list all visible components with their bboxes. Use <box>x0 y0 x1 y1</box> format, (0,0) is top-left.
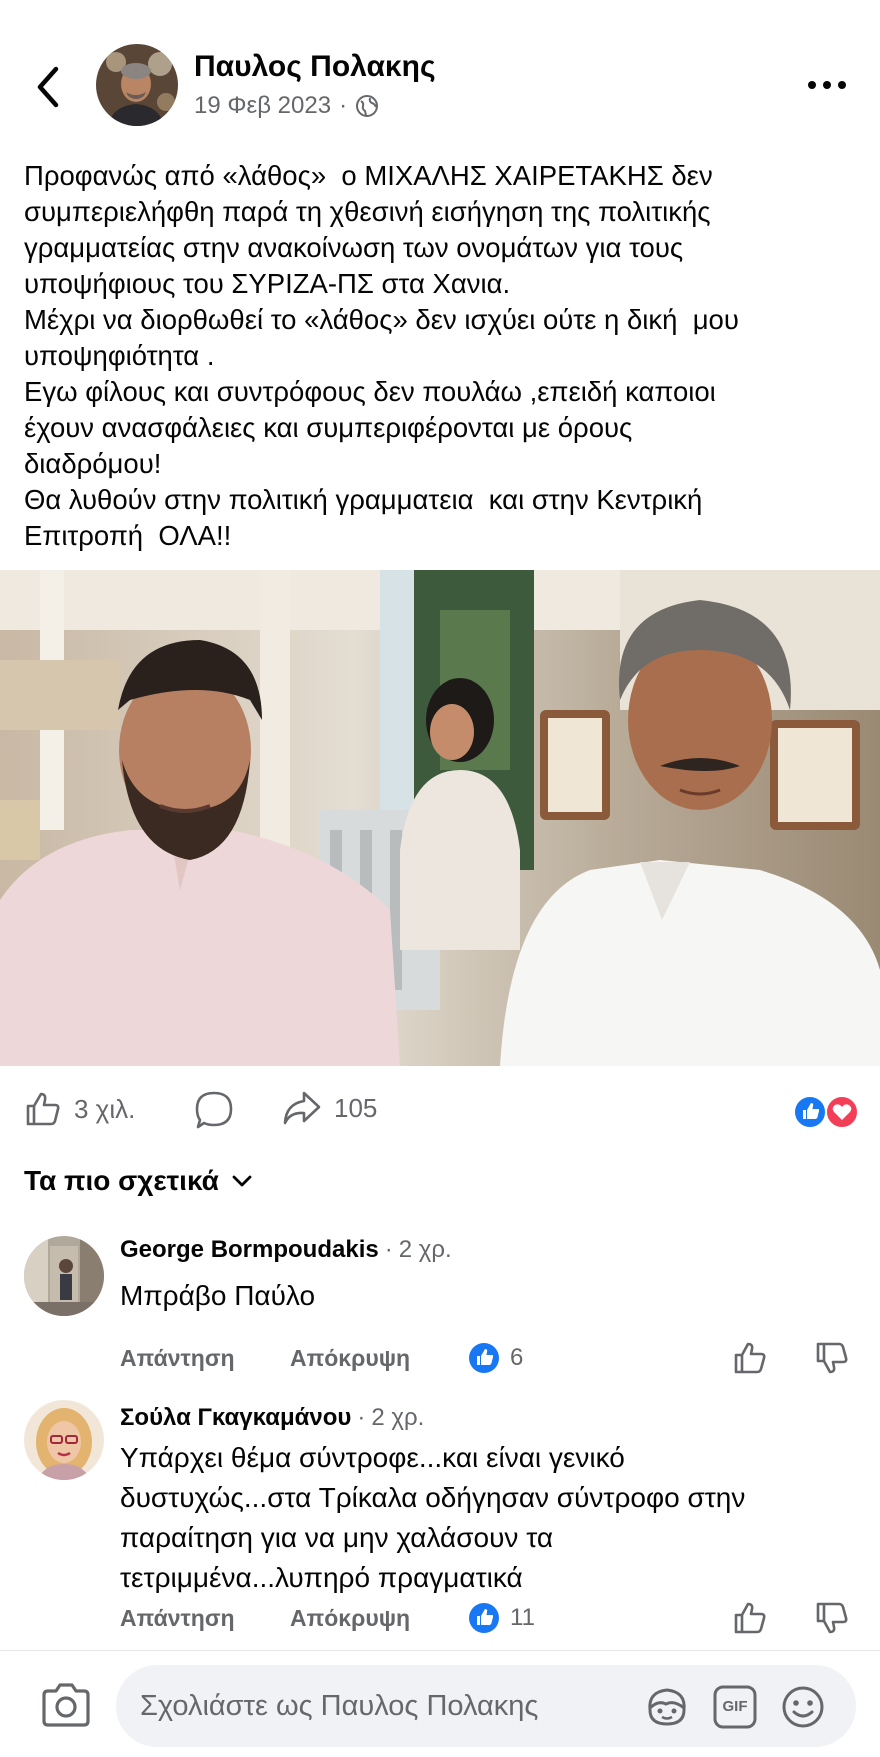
post-text-line: υποψηφιότητα . <box>24 340 215 371</box>
comment-input-container: GIF <box>116 1665 856 1747</box>
post-photo[interactable] <box>0 570 880 1066</box>
comment-composer: GIF <box>0 1650 880 1757</box>
globe-icon <box>356 95 379 117</box>
comment-text-line: δυστυχώς...στα Τρίκαλα οδήγησαν σύντροφο… <box>120 1482 746 1513</box>
post-text-line: Προφανώς από «λάθος» ο ΜΙΧΑΛΗΣ ΧΑΙΡΕΤΑΚΗ… <box>24 160 713 191</box>
sort-label: Τα πιο σχετικά <box>24 1165 219 1196</box>
reply-button[interactable]: Απάντηση <box>120 1598 235 1638</box>
comment-separator: · <box>384 1236 393 1263</box>
more-dots-icon <box>808 81 846 89</box>
like-icon <box>26 1092 60 1126</box>
reply-button[interactable]: Απάντηση <box>120 1338 235 1378</box>
back-button[interactable] <box>28 62 68 112</box>
comment-time: 2 χρ. <box>398 1236 452 1263</box>
post-actions: 3 χιλ. 105 <box>0 1090 880 1136</box>
meta-separator: · <box>339 92 348 119</box>
emoji-icon[interactable] <box>780 1684 826 1730</box>
post-text-line: Εγω φίλους και συντρόφους δεν πουλάω ,επ… <box>24 376 716 407</box>
more-options-button[interactable] <box>802 70 852 100</box>
share-count: 105 <box>334 1092 378 1123</box>
post-text-line: γραμματείας στην ανακοίνωση των ονομάτων… <box>24 232 684 263</box>
chevron-down-icon <box>232 1175 252 1187</box>
comment-actions: Απάντηση Απόκρυψη 11 <box>120 1598 860 1638</box>
comment-input[interactable] <box>140 1665 620 1747</box>
comment-text-line: τετριμμένα...λυπηρό πραγματικά <box>120 1562 523 1593</box>
avatar-sticker-icon[interactable] <box>644 1684 690 1730</box>
comment: George Bormpoudakis · 2 χρ. Μπράβο Παύλο… <box>0 1232 880 1374</box>
back-arrow-icon <box>37 66 59 108</box>
commenter-name[interactable]: Σούλα Γκαγκαμάνου <box>120 1404 351 1432</box>
gif-label: GIF <box>722 1698 748 1715</box>
comment-like-count[interactable]: 11 <box>468 1602 535 1634</box>
comment: Σούλα Γκαγκαμάνου · 2 χρ. Υπάρχει θέμα σ… <box>0 1398 880 1648</box>
like-button[interactable]: 3 χιλ. <box>24 1090 135 1128</box>
comment-actions: Απάντηση Απόκρυψη 6 <box>120 1338 860 1378</box>
post-text-line: υποψήφιους του ΣΥΡΙΖΑ-ΠΣ στα Χανια. <box>24 268 511 299</box>
gif-button[interactable]: GIF <box>712 1684 758 1730</box>
post-text-line: διαδρόμου! <box>24 448 162 479</box>
thumbs-up-icon[interactable] <box>732 1600 768 1636</box>
hide-button[interactable]: Απόκρυψη <box>290 1338 410 1378</box>
comment-header: George Bormpoudakis · 2 χρ. <box>120 1236 452 1264</box>
post-text-line: συμπεριελήφθη παρά τη χθεσινή εισήγηση τ… <box>24 196 711 227</box>
commenter-name[interactable]: George Bormpoudakis <box>120 1236 379 1264</box>
comment-button[interactable] <box>194 1090 234 1130</box>
author-avatar[interactable] <box>96 44 178 126</box>
thumbs-up-icon[interactable] <box>732 1340 768 1376</box>
like-reaction-icon <box>469 1343 499 1373</box>
camera-icon[interactable] <box>40 1681 92 1729</box>
like-count: 3 χιλ. <box>74 1093 136 1124</box>
thumbs-down-icon[interactable] <box>814 1600 850 1636</box>
hide-button[interactable]: Απόκρυψη <box>290 1598 410 1638</box>
commenter-avatar[interactable] <box>24 1400 104 1480</box>
commenter-avatar[interactable] <box>24 1236 104 1316</box>
share-button[interactable]: 105 <box>282 1090 377 1126</box>
post-date[interactable]: 19 Φεβ 2023 <box>194 92 331 120</box>
like-reaction-icon <box>469 1603 499 1633</box>
comment-text: Μπράβο Παύλο <box>120 1280 316 1311</box>
post-text: Προφανώς από «λάθος» ο ΜΙΧΑΛΗΣ ΧΑΙΡΕΤΑΚΗ… <box>24 158 864 554</box>
author-name[interactable]: Παυλος Πολακης <box>194 50 436 84</box>
post-text-line: Θα λυθούν στην πολιτική γραμματεια και σ… <box>24 484 703 515</box>
post-text-line: Επιτροπή ΟΛΑ!! <box>24 520 232 551</box>
share-icon <box>283 1091 321 1125</box>
comments-sort-dropdown[interactable]: Τα πιο σχετικά <box>24 1165 253 1197</box>
post-text-line: έχουν ανασφάλειες και συμπεριφέρονται με… <box>24 412 633 443</box>
post-meta: 19 Φεβ 2023 · <box>194 92 379 120</box>
post-text-line: Μέχρι να διορθωθεί το «λάθος» δεν ισχύει… <box>24 304 739 335</box>
thumbs-down-icon[interactable] <box>814 1340 850 1376</box>
comment-text-line: Υπάρχει θέμα σύντροφε...και είναι γενικό <box>120 1442 625 1473</box>
comment-time: 2 χρ. <box>371 1404 425 1431</box>
comment-icon <box>195 1091 233 1129</box>
comment-separator: · <box>357 1404 366 1431</box>
comment-header: Σούλα Γκαγκαμάνου · 2 χρ. <box>120 1404 424 1432</box>
comment-like-count[interactable]: 6 <box>468 1342 523 1374</box>
post-header: Παυλος Πολακης 19 Φεβ 2023 · <box>0 30 880 140</box>
comment-text: Υπάρχει θέμα σύντροφε...και είναι γενικό… <box>120 1438 840 1598</box>
comment-text-line: παραίτηση για να μην χαλάσουν τα <box>120 1522 554 1553</box>
reactions-summary[interactable] <box>792 1094 860 1130</box>
